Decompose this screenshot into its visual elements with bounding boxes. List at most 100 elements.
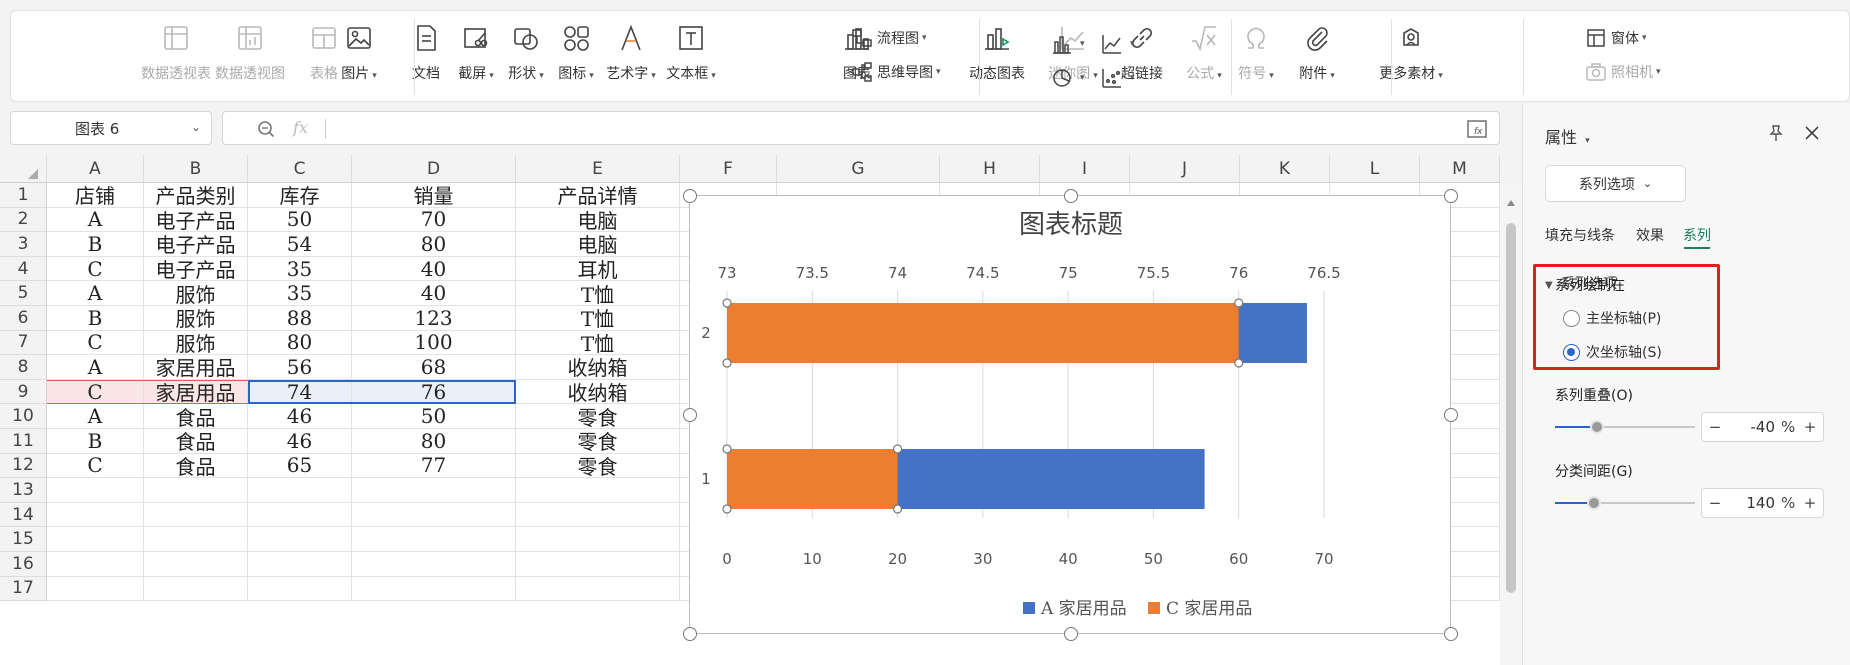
chart-resize-handle[interactable] <box>1444 408 1458 422</box>
series-selection-handle[interactable] <box>1234 358 1244 368</box>
cell[interactable]: 收纳箱 <box>516 355 680 380</box>
increase-button[interactable]: + <box>1797 418 1823 436</box>
cell[interactable]: 88 <box>248 306 352 331</box>
cell[interactable]: B <box>47 306 144 331</box>
series-options-dropdown[interactable]: 系列选项 ⌄ <box>1545 165 1686 202</box>
series-selection-handle[interactable] <box>722 298 732 308</box>
cell[interactable]: 电子产品 <box>144 232 248 257</box>
cell[interactable]: 产品类别 <box>144 183 248 208</box>
cell[interactable]: 76 <box>352 380 516 405</box>
zoom-formula-icon[interactable] <box>257 120 275 138</box>
tab-series[interactable]: 系列 <box>1683 225 1711 245</box>
line-chart-dropdown[interactable]: ▾ <box>1101 33 1135 55</box>
pivot-chart-tool[interactable]: 数据透视图 <box>214 23 286 83</box>
row-header-8[interactable]: 8 <box>0 355 47 380</box>
series-selection-handle[interactable] <box>722 444 732 454</box>
chart-title[interactable]: 图表标题 <box>1019 210 1123 240</box>
column-header-k[interactable]: K <box>1240 155 1330 183</box>
cell[interactable]: C <box>47 257 144 282</box>
row-header-16[interactable]: 16 <box>0 552 47 577</box>
cell[interactable]: 电子产品 <box>144 207 248 233</box>
cell[interactable]: 123 <box>352 306 516 331</box>
cell[interactable] <box>144 576 248 602</box>
cell[interactable]: T恤 <box>516 281 680 307</box>
cell[interactable]: A <box>47 404 144 429</box>
cell[interactable] <box>144 478 248 503</box>
series-overlap-value[interactable]: -40 <box>1728 418 1781 436</box>
row-header-4[interactable]: 4 <box>0 256 47 282</box>
column-header-m[interactable]: M <box>1420 155 1500 183</box>
series-selection-handle[interactable] <box>722 504 732 514</box>
textbox-tool[interactable]: 文本框 ▾ <box>655 23 727 83</box>
row-header-2[interactable]: 2 <box>0 207 47 233</box>
cell[interactable]: 80 <box>352 232 516 257</box>
column-header-b[interactable]: B <box>144 155 248 183</box>
cell[interactable]: T恤 <box>516 306 680 331</box>
cell[interactable]: 46 <box>248 429 352 454</box>
column-header-c[interactable]: C <box>248 155 352 183</box>
cell[interactable]: 服饰 <box>144 330 248 356</box>
scroll-up-icon[interactable] <box>1506 199 1516 207</box>
cell[interactable] <box>47 527 144 552</box>
gap-width-value[interactable]: 140 <box>1728 494 1781 512</box>
row-header-12[interactable]: 12 <box>0 453 47 479</box>
cell[interactable] <box>47 576 144 602</box>
series-selection-handle[interactable] <box>892 504 903 514</box>
cell[interactable]: 服饰 <box>144 281 248 307</box>
cell[interactable] <box>47 502 144 528</box>
cell[interactable] <box>516 576 680 602</box>
cell[interactable]: C <box>47 453 144 479</box>
cell[interactable]: 50 <box>352 404 516 429</box>
cell[interactable]: A <box>47 281 144 306</box>
chart-resize-handle[interactable] <box>683 189 697 203</box>
cell[interactable]: 70 <box>352 207 516 233</box>
cell[interactable]: 库存 <box>248 183 352 208</box>
cell[interactable] <box>47 552 144 577</box>
cell[interactable] <box>352 502 516 528</box>
cell[interactable]: 74 <box>248 380 352 405</box>
legend-entry[interactable]: C 家居用品 <box>1166 599 1252 619</box>
chevron-down-icon[interactable]: ⌄ <box>191 120 201 134</box>
chart-resize-handle[interactable] <box>1444 189 1458 203</box>
expand-formula-icon[interactable]: fx <box>1467 119 1487 139</box>
row-header-5[interactable]: 5 <box>0 281 47 306</box>
tab-effects[interactable]: 效果 <box>1636 225 1664 245</box>
cell[interactable]: 产品详情 <box>516 183 680 208</box>
cell[interactable] <box>352 478 516 503</box>
more-materials-tool[interactable]: 更多素材 ▾ <box>1375 23 1447 83</box>
select-all-corner[interactable] <box>0 155 47 183</box>
series-selection-handle[interactable] <box>1234 298 1244 308</box>
series-overlap-stepper[interactable]: − -40 % + <box>1701 412 1824 442</box>
scrollbar-thumb[interactable] <box>1506 223 1516 593</box>
column-header-i[interactable]: I <box>1040 155 1130 183</box>
column-header-d[interactable]: D <box>352 155 516 183</box>
cell[interactable]: 收纳箱 <box>516 379 680 405</box>
cell[interactable]: 零食 <box>516 453 680 479</box>
row-header-6[interactable]: 6 <box>0 306 47 331</box>
cell[interactable]: 40 <box>352 281 516 306</box>
row-header-13[interactable]: 13 <box>0 478 47 503</box>
row-header-3[interactable]: 3 <box>0 232 47 257</box>
increase-button[interactable]: + <box>1797 494 1823 512</box>
cell[interactable]: 食品 <box>144 453 248 479</box>
row-header-9[interactable]: 9 <box>0 379 47 405</box>
cell[interactable]: 家居用品 <box>144 355 248 380</box>
slider-thumb[interactable] <box>1587 496 1602 510</box>
column-header-l[interactable]: L <box>1330 155 1420 183</box>
panel-title[interactable]: 属性 ▾ <box>1545 124 1590 148</box>
column-header-j[interactable]: J <box>1130 155 1240 183</box>
cell[interactable]: 77 <box>352 453 516 479</box>
cell[interactable]: B <box>47 232 144 257</box>
cell[interactable]: A <box>47 355 144 380</box>
row-header-7[interactable]: 7 <box>0 330 47 356</box>
chart-resize-handle[interactable] <box>1444 627 1458 641</box>
row-header-10[interactable]: 10 <box>0 404 47 429</box>
legend-entry[interactable]: A 家居用品 <box>1040 599 1127 619</box>
decrease-button[interactable]: − <box>1702 418 1728 436</box>
cell[interactable]: 电脑 <box>516 232 680 257</box>
cell[interactable] <box>352 576 516 602</box>
window-button[interactable]: 窗体 ▾ <box>1585 27 1647 49</box>
fx-icon[interactable]: fx <box>293 118 308 137</box>
cell[interactable]: 40 <box>352 257 516 282</box>
row-header-11[interactable]: 11 <box>0 429 47 454</box>
